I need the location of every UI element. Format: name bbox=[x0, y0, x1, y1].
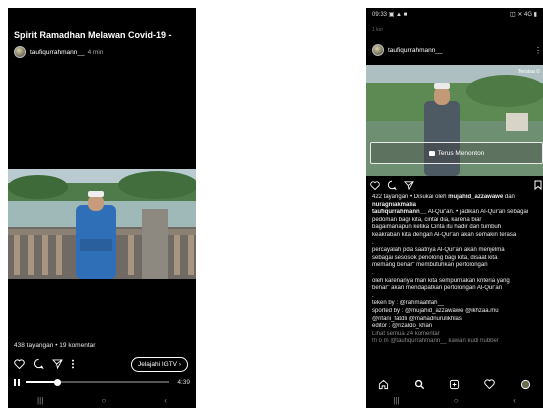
caption-line: teken by : @rahmaafifah__ bbox=[372, 300, 445, 307]
caption-line: sported by : @mujahid_azzawawe @ikhzaa.m… bbox=[372, 307, 499, 314]
notification-icons: ▣ ▲ ■ bbox=[388, 11, 408, 18]
caption-line: memang benar" membutuhkan pertolongan bbox=[372, 262, 488, 269]
keep-watching-label: Terus Menonton bbox=[437, 149, 485, 157]
post-screen: 09:33 ▣ ▲ ■ ◫ ✕ 4G ▮ 1 kor taufiqurrahma… bbox=[366, 8, 543, 408]
view-all-comments-link[interactable]: Lihat semua 24 komentar bbox=[372, 331, 542, 339]
home-icon[interactable]: ○ bbox=[454, 396, 459, 405]
igtv-screen: Spirit Ramadhan Melawan Covid-19 - taufi… bbox=[8, 8, 196, 408]
home-icon[interactable]: ○ bbox=[101, 396, 106, 405]
playback-bar: 4:39 bbox=[14, 377, 190, 387]
caption-line: editor : @rizaldo_khan bbox=[372, 323, 433, 330]
post-action-bar bbox=[370, 180, 542, 190]
avatar[interactable] bbox=[372, 44, 384, 56]
recent-apps-icon[interactable]: ||| bbox=[393, 396, 399, 405]
video-title: Spirit Ramadhan Melawan Covid-19 - bbox=[14, 30, 172, 40]
previous-post-remnant: 1 kor bbox=[372, 27, 384, 33]
caption-line: bagaimanapun ketika Cinta itu hadir dan … bbox=[372, 224, 502, 231]
explore-igtv-button[interactable]: Jelajahi IGTV › bbox=[131, 357, 188, 372]
heart-icon[interactable] bbox=[370, 180, 380, 190]
activity-tab-icon[interactable] bbox=[484, 379, 496, 389]
liked-by-user[interactable]: mujahid_azzawawe bbox=[448, 194, 503, 200]
igtv-icon bbox=[428, 150, 435, 156]
caption-line: benar" akan mendapatkan pertolongan Al-Q… bbox=[372, 285, 503, 292]
caption-first-line: taufiqurrahmann__ Al-Qur'an. • jadikan A… bbox=[372, 209, 529, 216]
heart-icon[interactable] bbox=[14, 358, 25, 369]
status-time: 09:33 bbox=[372, 11, 388, 18]
status-bar: 09:33 ▣ ▲ ■ ◫ ✕ 4G ▮ bbox=[366, 8, 543, 20]
view-comment-stats: 438 tayangan • 19 komentar bbox=[14, 342, 96, 349]
video-duration: 4 min bbox=[87, 48, 104, 56]
post-header: taufiqurrahmann__ ⋮ bbox=[372, 44, 542, 56]
more-icon[interactable]: ⋮ bbox=[534, 46, 542, 55]
video-player[interactable] bbox=[8, 169, 196, 279]
system-nav-bar: ||| ○ ‹ bbox=[366, 393, 543, 408]
comment-preview: fn o m @taufiqurrahmann__ kawan kudi hub… bbox=[372, 338, 499, 345]
back-icon[interactable]: ‹ bbox=[164, 396, 167, 405]
author-username[interactable]: taufiqurrahmann__ bbox=[30, 49, 85, 56]
bookmark-icon[interactable] bbox=[534, 180, 542, 190]
comment-icon[interactable] bbox=[33, 358, 44, 369]
progress-handle[interactable] bbox=[54, 378, 62, 386]
video-frame-image bbox=[8, 169, 196, 279]
send-icon[interactable] bbox=[52, 358, 63, 369]
caption-line: @rifani_fatdli @mahadnurulikhlas bbox=[372, 315, 462, 322]
system-nav-bar: ||| ○ ‹ bbox=[8, 392, 196, 408]
time-remaining: Tersisa 0: bbox=[517, 69, 541, 75]
progress-track[interactable] bbox=[26, 378, 170, 386]
new-post-tab-icon[interactable] bbox=[449, 379, 460, 390]
more-icon[interactable] bbox=[71, 359, 75, 369]
post-details: 422 tayangan • Disukai oleh mujahid_azza… bbox=[372, 194, 542, 346]
caption-line: keakraban kita dengan Al-Qur'an akan sem… bbox=[372, 231, 517, 238]
comment-icon[interactable] bbox=[387, 180, 397, 190]
likes-line: 422 tayangan • Disukai oleh mujahid_azza… bbox=[372, 194, 515, 200]
caption-line: . bbox=[372, 292, 374, 299]
profile-tab-icon[interactable] bbox=[520, 379, 531, 390]
avatar[interactable] bbox=[14, 46, 26, 58]
send-icon[interactable] bbox=[404, 180, 414, 190]
home-tab-icon[interactable] bbox=[378, 379, 389, 390]
caption-line: . bbox=[372, 239, 374, 246]
back-icon[interactable]: ‹ bbox=[513, 396, 516, 405]
pause-icon[interactable] bbox=[14, 378, 20, 386]
bottom-tab-bar bbox=[366, 376, 543, 392]
caption-line: . bbox=[372, 269, 374, 276]
author-row[interactable]: taufiqurrahmann__ 4 min bbox=[14, 46, 103, 58]
time-remaining: 4:39 bbox=[177, 378, 190, 386]
signal-battery-icons: ◫ ✕ 4G ▮ bbox=[509, 11, 537, 18]
caption-username[interactable]: taufiqurrahmann__ bbox=[372, 209, 426, 215]
search-tab-icon[interactable] bbox=[414, 379, 425, 390]
caption-line: oleh karenanya mari kita sempurnakan kri… bbox=[372, 277, 510, 284]
caption-line: percayalah pda saatnya Al-Qur'an akan me… bbox=[372, 247, 505, 254]
action-bar bbox=[14, 358, 75, 369]
liked-by-other[interactable]: nuragniakmalia bbox=[372, 202, 542, 210]
caption-line: sebagai sesosok penolong bagi kita, disa… bbox=[372, 254, 498, 261]
keep-watching-button[interactable]: Terus Menonton bbox=[370, 142, 543, 164]
post-username[interactable]: taufiqurrahmann__ bbox=[388, 47, 443, 54]
caption-line: pedoman bagi kita, cintai dia, karena bi… bbox=[372, 216, 482, 223]
recent-apps-icon[interactable]: ||| bbox=[37, 396, 43, 405]
progress-fill bbox=[26, 381, 58, 383]
